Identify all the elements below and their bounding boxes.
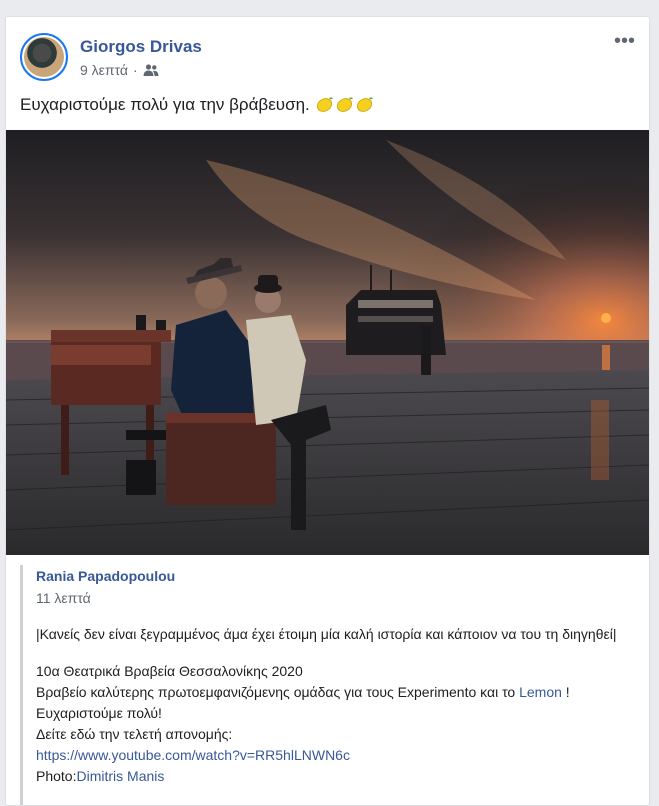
shared-line-category-end: ! (561, 684, 570, 700)
lemon-icon (357, 97, 374, 112)
lemon-link[interactable]: Lemon (519, 684, 562, 700)
avatar-image (24, 37, 64, 77)
shared-author-name[interactable]: Rania Papadopoulou (36, 568, 638, 584)
shared-post: Rania Papadopoulou 11 λεπτά |Κανείς δεν … (20, 565, 638, 805)
post-message: Ευχαριστούμε πολύ για την βράβευση. (20, 95, 310, 114)
post-time[interactable]: 9 λεπτά (80, 62, 128, 78)
post-card: Giorgos Drivas 9 λεπτά · ••• Ευχαριστούμ… (5, 16, 650, 806)
shared-line-award: 10α Θεατρικά Βραβεία Θεσσαλονίκης 2020 (36, 663, 303, 679)
more-options-button[interactable]: ••• (614, 31, 635, 51)
shared-line-thanks: Ευχαριστούμε πολύ! (36, 705, 162, 721)
meta-separator: · (133, 62, 138, 78)
youtube-link[interactable]: https://www.youtube.com/watch?v=RR5hlLNW… (36, 745, 638, 766)
shared-line-watch: Δείτε εδώ την τελετή απονομής: (36, 726, 233, 742)
post-text: Ευχαριστούμε πολύ για την βράβευση. (20, 95, 374, 115)
shared-line-category: Βραβείο καλύτερης πρωτοεμφανιζόμενης ομά… (36, 682, 638, 703)
emoji-row (314, 95, 374, 114)
lemon-icon (317, 97, 334, 112)
author-name[interactable]: Giorgos Drivas (80, 37, 202, 57)
avatar[interactable] (20, 33, 68, 81)
photo-image (6, 130, 649, 555)
photo-credit-label: Photo: (36, 768, 77, 784)
photographer-link[interactable]: Dimitris Manis (76, 768, 164, 784)
shared-quote: |Κανείς δεν είναι ξεγραμμένος άμα έχει έ… (36, 626, 617, 642)
friends-icon[interactable] (143, 63, 159, 77)
shared-body: 10α Θεατρικά Βραβεία Θεσσαλονίκης 2020 Β… (36, 661, 638, 787)
post-photo[interactable] (6, 130, 649, 555)
shared-line-credit: Photo:Dimitris Manis (36, 766, 638, 787)
lemon-icon (337, 97, 354, 112)
post-meta: 9 λεπτά · (80, 62, 159, 78)
post-header: Giorgos Drivas 9 λεπτά · ••• (6, 17, 649, 97)
shared-line-category-text: Βραβείο καλύτερης πρωτοεμφανιζόμενης ομά… (36, 684, 520, 700)
shared-post-time[interactable]: 11 λεπτά (36, 590, 638, 606)
